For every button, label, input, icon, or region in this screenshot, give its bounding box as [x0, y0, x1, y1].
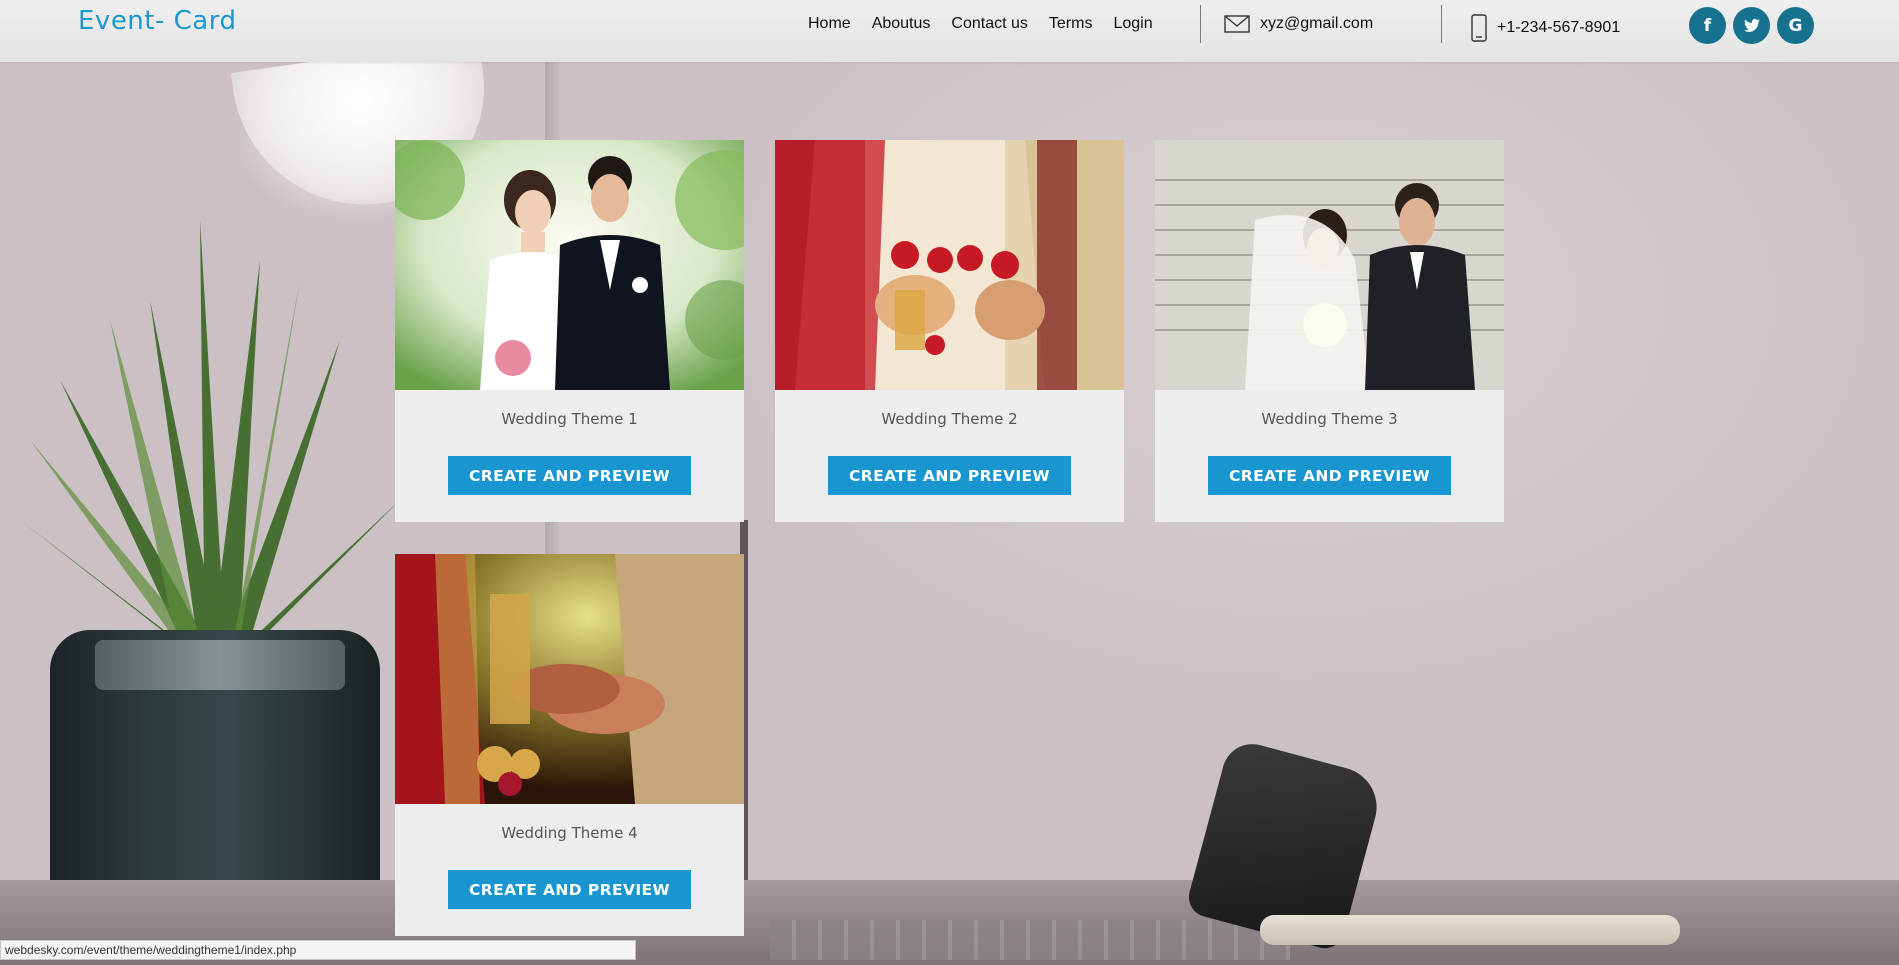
wedding-photo-3[interactable]	[1155, 140, 1504, 390]
contact-email[interactable]: xyz@gmail.com	[1224, 14, 1373, 34]
nav-home[interactable]: Home	[808, 14, 851, 34]
google-icon[interactable]: G	[1777, 7, 1814, 44]
card-title: Wedding Theme 3	[1261, 410, 1398, 428]
card-title: Wedding Theme 4	[501, 824, 638, 842]
theme-card: Wedding Theme 4 CREATE AND PREVIEW	[395, 554, 744, 936]
theme-card: Wedding Theme 1 CREATE AND PREVIEW	[395, 140, 744, 522]
divider	[1441, 5, 1442, 43]
wedding-photo-2[interactable]	[775, 140, 1124, 390]
card-title: Wedding Theme 2	[881, 410, 1018, 428]
twitter-icon[interactable]: t	[1733, 7, 1770, 44]
theme-card: Wedding Theme 3 CREATE AND PREVIEW	[1155, 140, 1504, 522]
twitter-bird-icon	[1743, 18, 1760, 32]
create-and-preview-button[interactable]: CREATE AND PREVIEW	[448, 870, 691, 909]
nav-terms[interactable]: Terms	[1049, 14, 1093, 34]
main-nav: Home Aboutus Contact us Terms Login	[808, 14, 1174, 34]
phone-text: +1-234-567-8901	[1497, 19, 1621, 36]
wedding-photo-4[interactable]	[395, 554, 744, 804]
brand-logo[interactable]: Event- Card	[78, 6, 236, 36]
site-header: Event- Card Home Aboutus Contact us Term…	[0, 0, 1899, 62]
nav-aboutus[interactable]: Aboutus	[872, 14, 931, 34]
pen-image	[1260, 915, 1680, 945]
contact-phone[interactable]: +1-234-567-8901	[1471, 14, 1620, 42]
email-text: xyz@gmail.com	[1260, 15, 1374, 32]
create-and-preview-button[interactable]: CREATE AND PREVIEW	[1208, 456, 1451, 495]
status-bar-url: webdesky.com/event/theme/weddingtheme1/i…	[0, 940, 636, 960]
divider	[1200, 5, 1201, 43]
nav-contact-us[interactable]: Contact us	[951, 14, 1027, 34]
wedding-photo-1[interactable]	[395, 140, 744, 390]
facebook-icon[interactable]: f	[1689, 7, 1726, 44]
card-title: Wedding Theme 1	[501, 410, 638, 428]
create-and-preview-button[interactable]: CREATE AND PREVIEW	[448, 456, 691, 495]
theme-card: Wedding Theme 2 CREATE AND PREVIEW	[775, 140, 1124, 522]
jar-neck	[95, 640, 345, 690]
keyboard-image	[770, 920, 1290, 960]
nav-login[interactable]: Login	[1113, 14, 1152, 34]
mail-icon	[1224, 15, 1250, 33]
plant-image	[20, 220, 400, 660]
create-and-preview-button[interactable]: CREATE AND PREVIEW	[828, 456, 1071, 495]
phone-icon	[1471, 14, 1487, 42]
